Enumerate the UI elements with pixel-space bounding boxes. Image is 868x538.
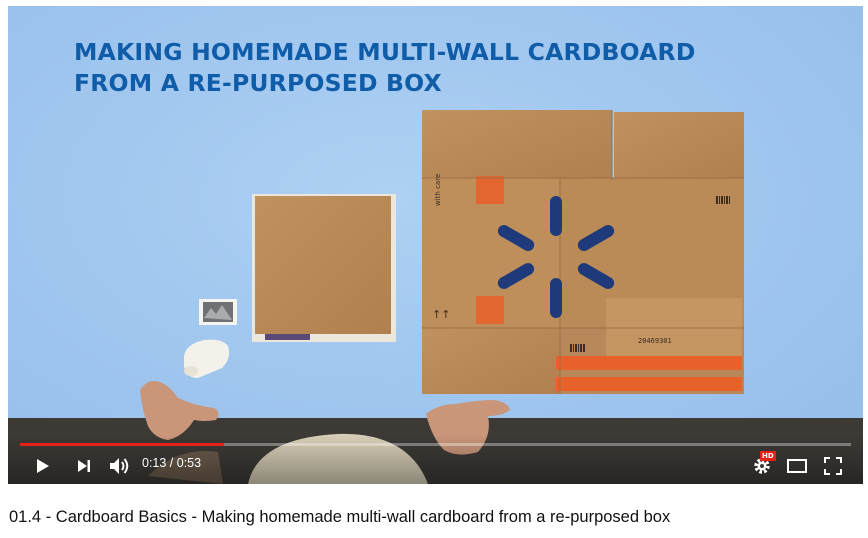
- theater-mode-button[interactable]: [786, 456, 808, 476]
- fullscreen-button[interactable]: [822, 455, 844, 477]
- box-print-with-care: with care: [434, 174, 442, 206]
- volume-button[interactable]: [108, 455, 132, 477]
- progress-bar[interactable]: [20, 443, 851, 446]
- player-controls: 0:13 / 0:53 HD: [8, 434, 863, 484]
- flattened-box: with care 20469301 ↑↑: [422, 110, 744, 394]
- video-title: 01.4 - Cardboard Basics - Making homemad…: [9, 508, 671, 526]
- settings-button[interactable]: HD: [751, 451, 776, 477]
- next-button[interactable]: [74, 456, 94, 476]
- fullscreen-icon: [824, 457, 842, 475]
- photo-card: [199, 299, 237, 325]
- progress-fill: [20, 443, 225, 446]
- play-icon: [37, 459, 49, 473]
- square-cardboard-panel: [252, 194, 396, 342]
- overlay-title-line-1: MAKING HOMEMADE MULTI-WALL CARDBOARD: [74, 38, 696, 66]
- video-player[interactable]: with care 20469301 ↑↑ MAKING HOMEMADE MU…: [8, 6, 863, 484]
- time-display: 0:13 / 0:53: [142, 456, 202, 470]
- hd-badge: HD: [760, 451, 776, 461]
- play-button[interactable]: [32, 456, 54, 476]
- box-print-code: 20469301: [638, 337, 672, 345]
- theater-mode-icon: [787, 459, 807, 473]
- volume-icon: [110, 458, 129, 474]
- next-icon: [78, 460, 90, 472]
- box-print-arrows: ↑↑: [432, 308, 450, 321]
- overlay-title-line-2: FROM A RE-PURPOSED BOX: [74, 69, 442, 97]
